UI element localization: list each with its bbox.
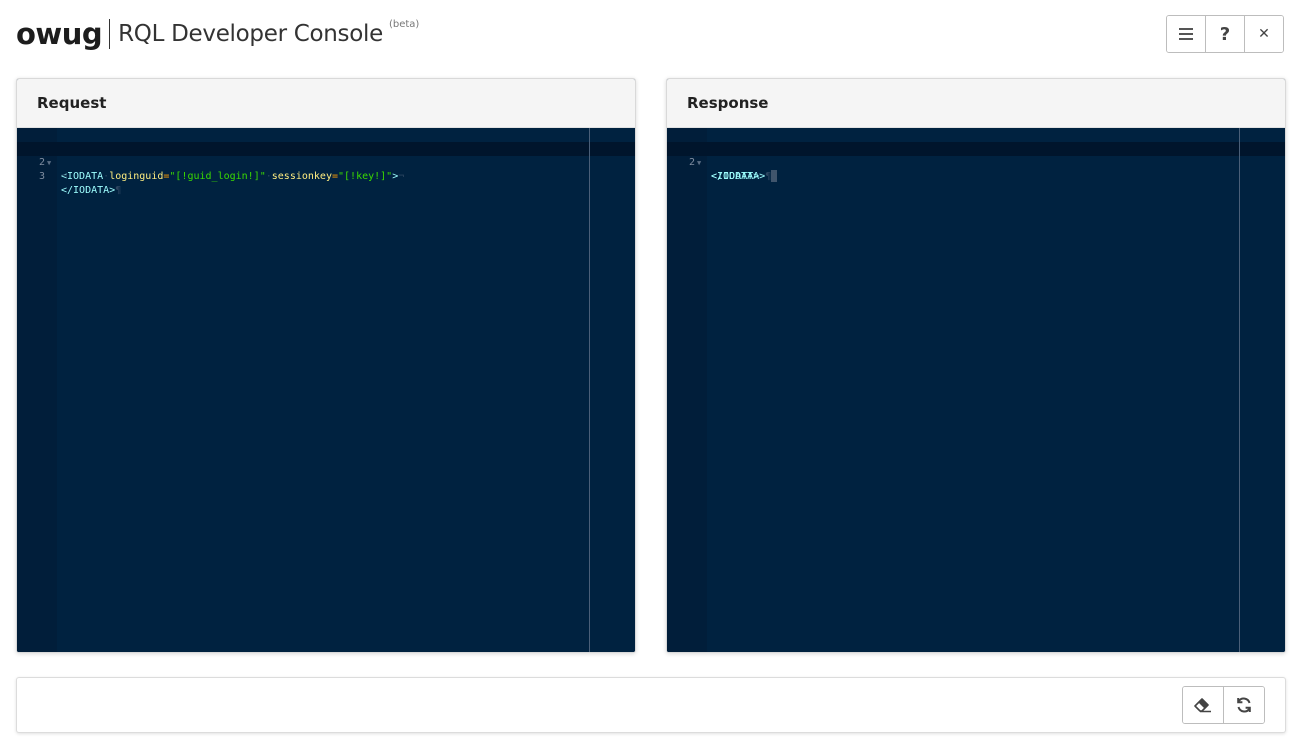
title-separator: [109, 19, 111, 49]
response-panel-header: Response: [667, 79, 1285, 128]
page-title: RQL Developer Console: [118, 21, 383, 47]
help-button[interactable]: ?: [1205, 16, 1244, 52]
menu-button[interactable]: [1167, 16, 1205, 52]
response-title: Response: [687, 94, 769, 112]
clear-button[interactable]: [1183, 687, 1223, 723]
logo: owug: [16, 16, 103, 51]
request-line-1[interactable]: 1 ▼ <IODATA·loginguid="[!guid_login!]"·s…: [17, 128, 635, 182]
response-editor[interactable]: 1 ▼ <IODATA>¬ 2 </IODATA>¶: [667, 128, 1285, 652]
request-editor[interactable]: 1 ▼ <IODATA·loginguid="[!guid_login!]"·s…: [17, 128, 635, 652]
request-title: Request: [37, 94, 107, 112]
print-margin: [589, 128, 590, 652]
print-margin: [1239, 128, 1240, 652]
hamburger-icon: [1179, 28, 1193, 40]
response-line-1[interactable]: 1 ▼ <IODATA>¬: [667, 128, 1285, 182]
eraser-icon: [1194, 698, 1211, 713]
request-line-2[interactable]: 2 ¬: [17, 142, 635, 182]
refresh-icon: [1237, 697, 1251, 713]
refresh-button[interactable]: [1223, 687, 1264, 723]
beta-badge: (beta): [388, 18, 420, 30]
response-panel: Response 1 ▼ <IODATA>¬ 2 </IODATA>¶: [666, 78, 1286, 653]
close-icon: ✕: [1258, 26, 1270, 42]
response-line-2[interactable]: 2 </IODATA>¶: [667, 142, 1285, 182]
request-line-3[interactable]: 3 </IODATA>¶: [17, 156, 635, 196]
close-button[interactable]: ✕: [1244, 16, 1283, 52]
text-cursor: [771, 170, 778, 182]
action-bar: [16, 677, 1286, 733]
action-button-group: [1182, 686, 1265, 724]
request-panel: Request 1 ▼ <IODATA·loginguid="[!guid_lo…: [16, 78, 636, 653]
app-header: owug RQL Developer Console (beta): [16, 14, 419, 54]
response-gutter: [667, 128, 707, 652]
request-panel-header: Request: [17, 79, 635, 128]
top-toolbar: ? ✕: [1166, 15, 1284, 53]
question-icon: ?: [1219, 23, 1231, 45]
